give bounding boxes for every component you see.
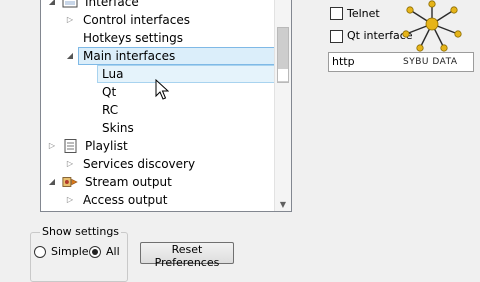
tree-scrollbar[interactable]: ▼ bbox=[274, 0, 291, 211]
tree-item-stream-output[interactable]: ◢ Stream output bbox=[41, 173, 275, 191]
scroll-down-arrow-icon[interactable]: ▼ bbox=[275, 200, 291, 209]
tree-item-label: Playlist bbox=[85, 139, 128, 153]
combo-value: http bbox=[332, 55, 355, 68]
tree-item-label: Main interfaces bbox=[83, 49, 176, 63]
qt-interface-checkbox[interactable] bbox=[330, 30, 343, 43]
tree-item-label: Lua bbox=[102, 67, 124, 81]
hover-highlight bbox=[97, 65, 275, 83]
collapsed-arrow-icon[interactable]: ▷ bbox=[47, 137, 57, 155]
scrollbar-thumb-highlight bbox=[278, 69, 288, 81]
show-settings-title: Show settings bbox=[40, 225, 122, 238]
stream-output-icon bbox=[62, 177, 78, 187]
simple-radio-label[interactable]: Simple bbox=[51, 245, 89, 259]
simple-radio[interactable] bbox=[34, 246, 46, 258]
tree-item-skins[interactable]: Skins bbox=[41, 119, 275, 137]
tree-item-interface[interactable]: ◢ Interface bbox=[41, 0, 275, 11]
telnet-label[interactable]: Telnet bbox=[347, 7, 380, 21]
preferences-tree[interactable]: ◢ Interface ▷ Control interfaces Hotkeys… bbox=[40, 0, 292, 212]
collapsed-arrow-icon[interactable]: ▷ bbox=[65, 11, 75, 29]
playlist-icon bbox=[64, 139, 77, 153]
all-radio-label[interactable]: All bbox=[106, 245, 120, 259]
tree-item-main-interfaces[interactable]: ◢ Main interfaces bbox=[41, 47, 275, 65]
all-radio[interactable] bbox=[89, 246, 101, 258]
reset-preferences-button[interactable]: Reset Preferences bbox=[140, 242, 234, 269]
expanded-arrow-icon[interactable]: ◢ bbox=[47, 0, 57, 11]
watermark-text: SYBU DATA bbox=[403, 57, 458, 67]
interface-icon bbox=[62, 0, 78, 8]
mouse-pointer-icon bbox=[155, 79, 169, 100]
tree-item-services-discovery[interactable]: ▷ Services discovery bbox=[41, 155, 275, 173]
collapsed-arrow-icon[interactable]: ▷ bbox=[65, 191, 75, 209]
radio-selected-dot bbox=[92, 249, 98, 255]
tree-item-label: Services discovery bbox=[83, 157, 196, 171]
tree-item-access-output[interactable]: ▷ Access output bbox=[41, 191, 275, 209]
expanded-arrow-icon[interactable]: ◢ bbox=[65, 47, 75, 65]
tree-item-label: Qt bbox=[102, 85, 117, 99]
network-logo-icon bbox=[402, 0, 462, 52]
tree-item-label: Hotkeys settings bbox=[83, 31, 183, 45]
tree-item-rc[interactable]: RC bbox=[41, 101, 275, 119]
tree-item-playlist[interactable]: ▷ Playlist bbox=[41, 137, 275, 155]
tree-item-label: Access output bbox=[83, 193, 168, 207]
tree-item-label: Control interfaces bbox=[83, 13, 190, 27]
tree-item-control-interfaces[interactable]: ▷ Control interfaces bbox=[41, 11, 275, 29]
tree-item-hotkeys-settings[interactable]: Hotkeys settings bbox=[41, 29, 275, 47]
collapsed-arrow-icon[interactable]: ▷ bbox=[65, 155, 75, 173]
telnet-checkbox[interactable] bbox=[330, 7, 343, 20]
interface-module-combo[interactable]: http SYBU DATA bbox=[328, 52, 474, 72]
tree-item-label: Interface bbox=[85, 0, 139, 9]
tree-item-label: Stream output bbox=[85, 175, 172, 189]
tree-item-label: RC bbox=[102, 103, 119, 117]
expanded-arrow-icon[interactable]: ◢ bbox=[47, 173, 57, 191]
tree-item-label: Skins bbox=[102, 121, 134, 135]
